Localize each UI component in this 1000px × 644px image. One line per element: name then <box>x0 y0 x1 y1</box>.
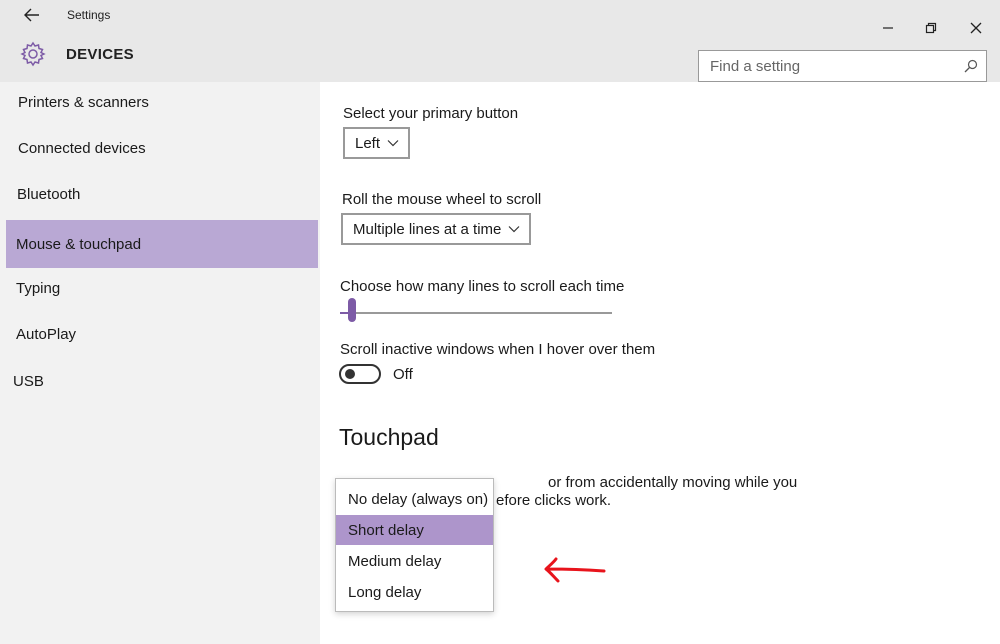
wheel-scroll-label: Roll the mouse wheel to scroll <box>342 191 542 208</box>
dropdown-option-long-delay[interactable]: Long delay <box>336 577 493 607</box>
annotation-arrow-icon <box>544 557 606 583</box>
dropdown-option-no-delay[interactable]: No delay (always on) <box>336 484 493 514</box>
search-icon[interactable] <box>964 59 978 73</box>
scroll-inactive-label: Scroll inactive windows when I hover ove… <box>340 341 656 358</box>
page-header: DEVICES <box>0 34 1000 82</box>
title-bar: Settings <box>0 0 1000 34</box>
section-title: DEVICES <box>66 46 134 63</box>
dropdown-option-label: Medium delay <box>348 552 442 570</box>
dropdown-option-label: No delay (always on) <box>348 490 489 508</box>
wheel-scroll-value: Multiple lines at a time <box>353 220 502 238</box>
sidebar-item-label: USB <box>13 372 44 390</box>
dropdown-option-label: Short delay <box>348 521 424 539</box>
sidebar-item-connected-devices[interactable]: Connected devices <box>6 125 318 171</box>
primary-button-label: Select your primary button <box>343 105 519 122</box>
sidebar-item-label: Connected devices <box>18 139 146 157</box>
gear-icon <box>20 41 46 67</box>
scroll-lines-slider-fill <box>340 312 348 314</box>
close-icon <box>970 22 982 34</box>
search-input[interactable] <box>702 54 952 78</box>
sidebar-item-label: Bluetooth <box>17 185 81 203</box>
sidebar-item-label: Typing <box>16 279 61 297</box>
sidebar-item-autoplay[interactable]: AutoPlay <box>6 311 318 357</box>
chevron-down-icon <box>508 226 520 233</box>
scroll-inactive-state: Off <box>393 366 413 383</box>
touchpad-heading: Touchpad <box>339 424 439 450</box>
sidebar: Printers & scanners Connected devices Bl… <box>0 82 320 644</box>
sidebar-item-label: Printers & scanners <box>18 93 149 111</box>
primary-button-value: Left <box>355 134 381 152</box>
back-button[interactable] <box>20 4 44 26</box>
sidebar-item-printers-scanners[interactable]: Printers & scanners <box>6 79 318 125</box>
scroll-inactive-toggle[interactable] <box>339 364 381 384</box>
touchpad-description-line2: efore clicks work. <box>496 492 612 509</box>
primary-button-select[interactable]: Left <box>343 127 410 159</box>
scroll-lines-label: Choose how many lines to scroll each tim… <box>340 278 625 295</box>
wheel-scroll-select[interactable]: Multiple lines at a time <box>341 213 531 245</box>
sidebar-item-mouse-touchpad[interactable]: Mouse & touchpad <box>6 220 318 268</box>
scroll-lines-slider-thumb[interactable] <box>348 298 356 322</box>
sidebar-item-usb[interactable]: USB <box>6 358 318 404</box>
dropdown-option-label: Long delay <box>348 583 422 601</box>
chevron-down-icon <box>387 140 399 147</box>
scroll-lines-slider-track[interactable] <box>340 312 612 314</box>
sidebar-item-label: Mouse & touchpad <box>16 235 142 253</box>
dropdown-option-medium-delay[interactable]: Medium delay <box>336 546 493 576</box>
dropdown-option-short-delay[interactable]: Short delay <box>336 515 493 545</box>
sidebar-item-bluetooth[interactable]: Bluetooth <box>6 171 318 217</box>
minimize-icon <box>883 27 893 29</box>
restore-icon <box>925 22 937 34</box>
touchpad-description-line1: or from accidentally moving while you <box>548 474 798 491</box>
search-box[interactable] <box>698 50 987 82</box>
sidebar-item-typing[interactable]: Typing <box>6 265 318 311</box>
back-arrow-icon <box>24 8 39 22</box>
window-title: Settings <box>67 8 111 22</box>
touchpad-delay-dropdown[interactable]: No delay (always on) Short delay Medium … <box>335 478 494 612</box>
sidebar-item-label: AutoPlay <box>16 325 77 343</box>
toggle-knob <box>345 369 355 379</box>
